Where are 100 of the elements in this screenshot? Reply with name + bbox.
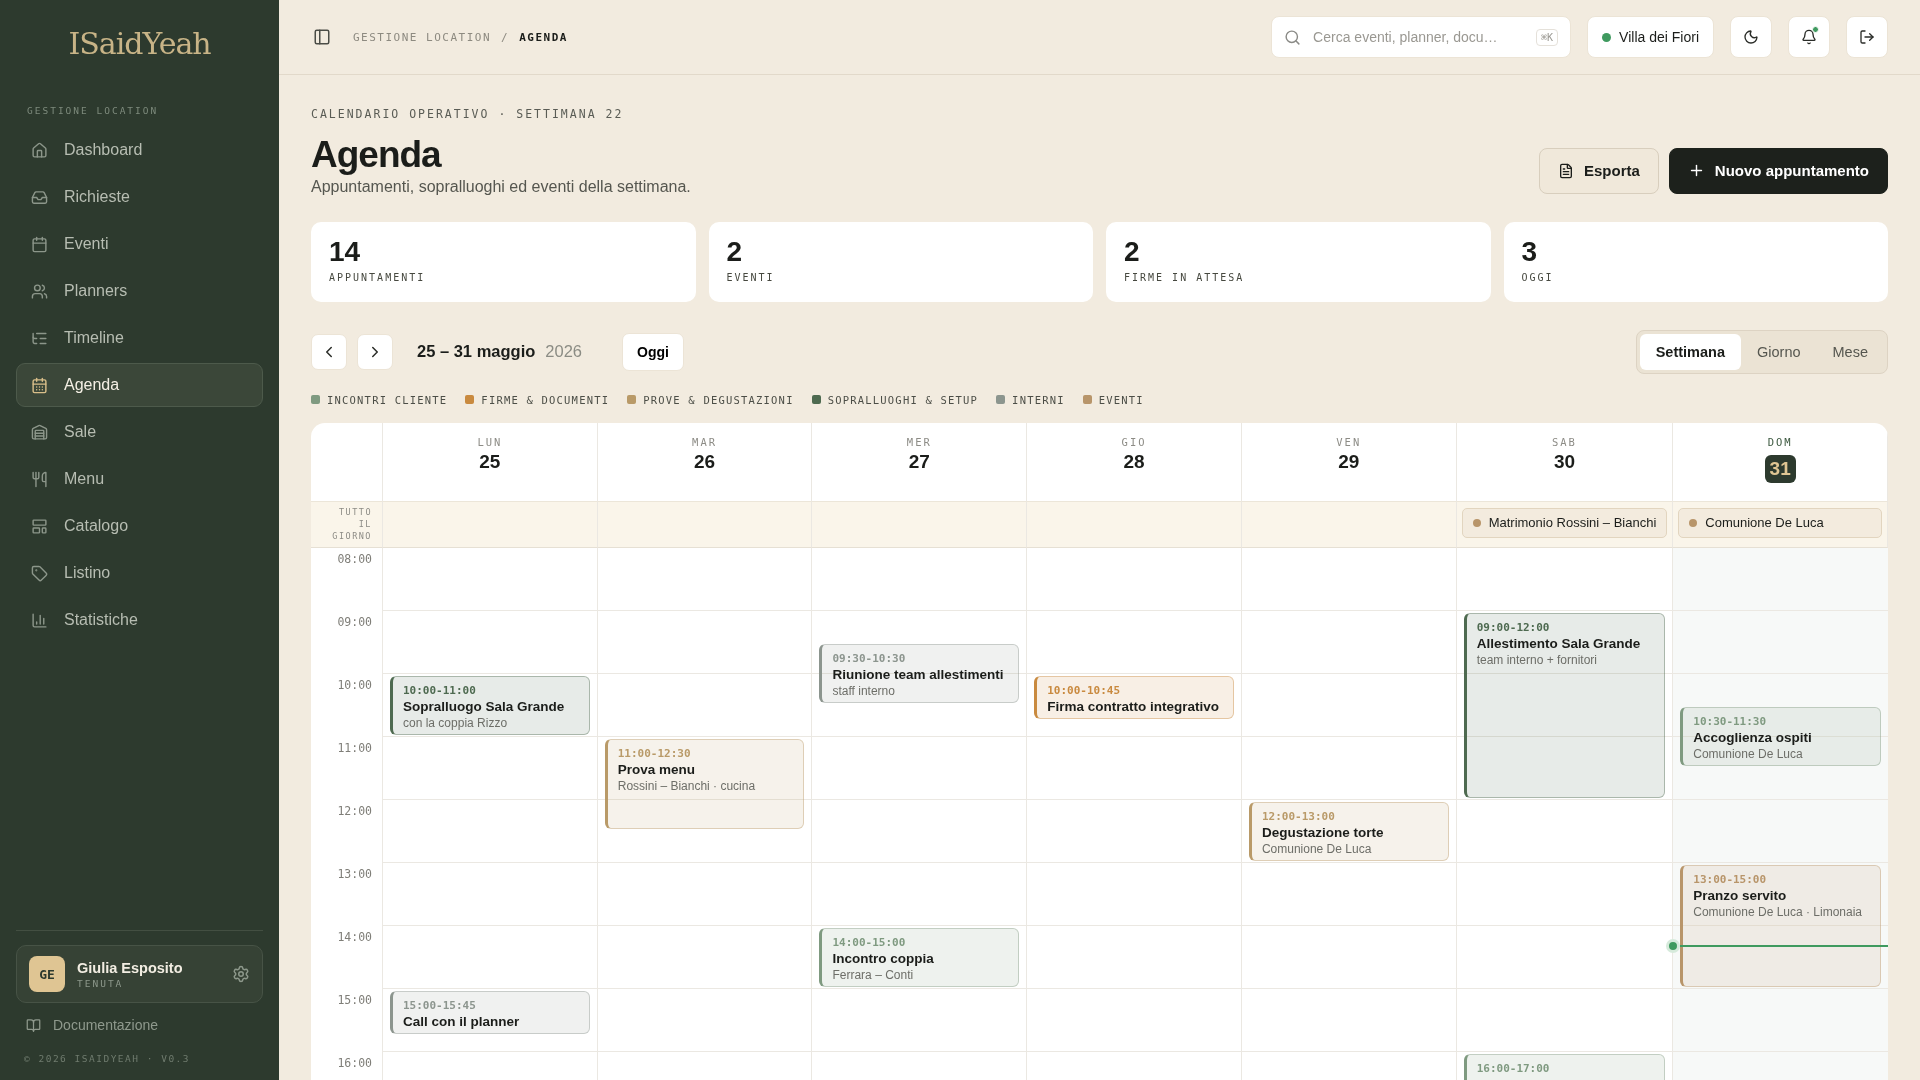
breadcrumb-separator: / (501, 30, 510, 44)
event-time: 13:00-15:00 (1693, 872, 1768, 886)
event-card[interactable]: 09:00-12:00 Allestimento Sala Grande team interno + fornitori (1463, 612, 1666, 798)
document-icon (1557, 162, 1574, 179)
page-title: Agenda (311, 135, 443, 176)
notifications-button[interactable] (1788, 16, 1830, 58)
book-icon (26, 1017, 41, 1033)
documentation-link[interactable]: Documentazione (16, 1003, 263, 1043)
legend-label: SOPRALLUOGHI & SETUP (827, 393, 979, 406)
event-title: Sopralluogo Sala Grande (403, 698, 566, 714)
sidebar-item[interactable]: Planners (16, 269, 263, 313)
theme-toggle-button[interactable] (1730, 16, 1772, 58)
event-title: Allestimento Sala Grande (1476, 635, 1642, 651)
stat-value: 2 (1124, 235, 1141, 268)
event-card[interactable]: 11:00-12:30 Prova menu Rossini – Bianchi · cucina (604, 738, 805, 830)
weekday-label: GIO (1121, 435, 1147, 448)
day-number[interactable]: 30 (1553, 450, 1575, 473)
sidebar-item[interactable]: Menu (16, 457, 263, 501)
hour-label: 12:00 (336, 802, 373, 820)
venue-selector[interactable]: Villa dei Fiori (1587, 16, 1714, 58)
year-label: 2026 (545, 342, 583, 362)
calendar-icon (31, 376, 48, 394)
all-day-label: TUTTO IL GIORNO (311, 500, 383, 548)
sidebar-item[interactable]: Catalogo (16, 504, 263, 548)
search-input[interactable]: Cerca eventi, planner, docu… (1311, 28, 1527, 46)
day-number[interactable]: 28 (1123, 450, 1145, 473)
sidebar-item[interactable]: Timeline (16, 316, 263, 360)
logout-button[interactable] (1846, 16, 1888, 58)
sidebar-item[interactable]: Dashboard (16, 128, 263, 172)
all-day-event[interactable]: Comunione De Luca (1678, 507, 1882, 538)
event-subtitle: con la coppia Rizzo (403, 715, 509, 730)
stat-value: 2 (726, 235, 744, 268)
panel-icon (313, 28, 331, 46)
day-number[interactable]: 27 (908, 450, 930, 473)
event-time: 14:00-15:00 (832, 935, 907, 949)
event-title: Firma contratto integrativo (1047, 698, 1220, 714)
users-icon (31, 282, 48, 300)
section-label: GESTIONE LOCATION (26, 105, 160, 116)
sidebar-item[interactable]: Agenda (16, 363, 263, 407)
event-time: 10:30-11:30 (1693, 715, 1768, 729)
event-title: Accoglienza ospiti (1693, 730, 1813, 746)
event-card[interactable]: 09:30-10:30 Riunione team allestimenti staff interno (819, 644, 1020, 704)
hour-label: 10:00 (336, 676, 373, 694)
breadcrumb-item: AGENDA (519, 30, 568, 44)
event-time: 16:00-17:00 (1476, 1061, 1551, 1075)
settings-icon[interactable] (232, 965, 250, 983)
hour-label: 08:00 (336, 550, 373, 568)
home-icon (31, 141, 48, 159)
warehouse-icon (31, 423, 48, 441)
view-tab[interactable]: Settimana (1639, 333, 1741, 370)
event-card[interactable]: 10:30-11:30 Accoglienza ospiti Comunione De Luca (1680, 707, 1881, 767)
event-subtitle: staff interno (832, 684, 896, 699)
inbox-icon (31, 188, 48, 206)
shortcut-hint: ⌘K (1536, 28, 1559, 46)
stat-label: EVENTI (726, 271, 776, 283)
event-subtitle: Comunione De Luca (1693, 747, 1804, 762)
view-tab[interactable]: Giorno (1741, 333, 1817, 370)
event-card[interactable]: 13:00-15:00 Pranzo servito Comunione De Luca · Limonaia (1680, 864, 1881, 987)
day-number[interactable]: 29 (1338, 450, 1360, 473)
today-date[interactable]: 31 (1764, 454, 1796, 483)
weekday-label: MER (906, 435, 932, 448)
sidebar-item[interactable]: Listino (16, 551, 263, 595)
legend-label: INCONTRI CLIENTE (327, 393, 448, 406)
day-number[interactable]: 26 (694, 450, 716, 473)
sidebar-toggle-button[interactable] (313, 28, 331, 46)
all-day-event[interactable]: Matrimonio Rossini – Bianchi (1461, 507, 1668, 538)
sidebar-item[interactable]: Richieste (16, 175, 263, 219)
layout-icon (31, 517, 48, 535)
sidebar-item[interactable]: Statistiche (16, 598, 263, 642)
utensils-icon (31, 470, 48, 488)
hour-label: 14:00 (336, 928, 373, 946)
event-card[interactable]: 10:00-10:45 Firma contratto integrativo (1034, 675, 1234, 719)
event-time: 10:00-11:00 (403, 683, 477, 697)
event-time: 09:00-12:00 (1476, 620, 1551, 634)
new-appointment-button[interactable]: Nuovo appuntamento (1668, 147, 1888, 194)
bar-chart-icon (31, 611, 48, 629)
eyebrow-label: CALENDARIO OPERATIVO · SETTIMANA 22 (311, 107, 625, 121)
event-card[interactable]: 10:00-11:00 Sopralluogo Sala Grande con la coppia Rizzo (390, 675, 590, 735)
user-card[interactable]: GE Giulia Esposito TENUTA (16, 945, 263, 1003)
bell-icon (1801, 29, 1817, 45)
today-button[interactable]: Oggi (622, 332, 684, 371)
view-tab[interactable]: Mese (1816, 333, 1884, 370)
sidebar-item[interactable]: Eventi (16, 222, 263, 266)
weekday-label: DOM (1767, 435, 1793, 448)
event-card[interactable]: 15:00-15:45 Call con il planner (390, 990, 590, 1034)
stat-label: APPUNTAMENTI (329, 271, 427, 283)
weekday-label: LUN (477, 435, 503, 448)
user-role: TENUTA (77, 977, 125, 989)
logout-icon (1859, 29, 1875, 45)
event-card[interactable]: 12:00-13:00 Degustazione torte Comunione De Luca (1248, 801, 1449, 861)
legend-label: PROVE & DEGUSTAZIONI (643, 393, 794, 406)
event-title: Prova menu (617, 761, 696, 777)
logo[interactable]: ISaidYeah (68, 26, 211, 61)
event-title: Degustazione torte (1261, 824, 1385, 840)
moon-icon (1743, 29, 1759, 45)
day-number[interactable]: 25 (479, 450, 501, 473)
sidebar-item[interactable]: Sale (16, 410, 263, 454)
export-button[interactable]: Esporta (1538, 147, 1659, 194)
event-time: 12:00-13:00 (1261, 809, 1336, 823)
event-card[interactable]: 14:00-15:00 Incontro coppia Ferrara – Conti (819, 927, 1020, 987)
